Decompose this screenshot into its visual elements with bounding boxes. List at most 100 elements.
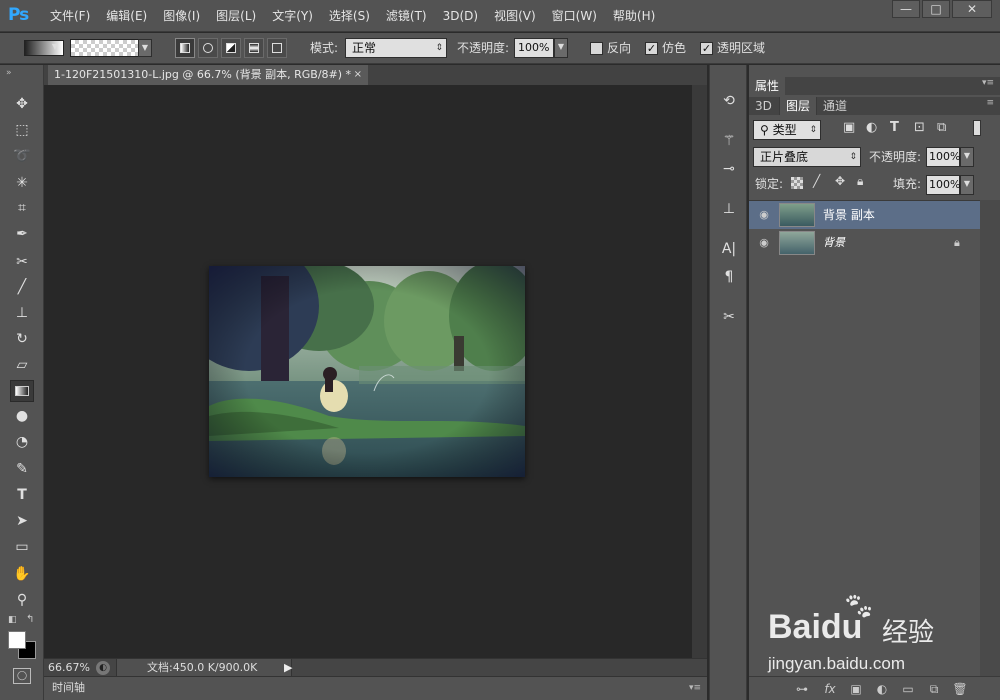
eyedropper-tool-icon[interactable]: ✒: [10, 223, 34, 245]
foreground-color-swatch[interactable]: [8, 631, 26, 649]
history-brush-tool-icon[interactable]: ↻: [10, 328, 34, 350]
rectangle-tool-icon[interactable]: ▭: [10, 536, 34, 558]
play-arrow-icon[interactable]: ▶: [284, 659, 292, 677]
tab-3d[interactable]: 3D: [749, 97, 778, 115]
pixel-filter-icon[interactable]: ▣: [843, 120, 855, 135]
add-mask-icon[interactable]: ▣: [847, 680, 865, 698]
radial-gradient-button[interactable]: [198, 38, 218, 58]
fill-dropdown[interactable]: ▼: [960, 175, 974, 195]
tab-properties[interactable]: 属性: [749, 77, 786, 95]
menu-image[interactable]: 图像(I): [155, 0, 208, 32]
tab-channels[interactable]: 通道: [817, 97, 853, 115]
move-tool-icon[interactable]: ✥: [10, 93, 34, 115]
reflected-gradient-button[interactable]: [244, 38, 264, 58]
link-layers-icon[interactable]: ⊶: [793, 680, 811, 698]
delete-layer-icon[interactable]: 🗑︎: [951, 680, 969, 698]
layer-row[interactable]: ◉ 背景 🔒︎: [749, 229, 980, 257]
fill-input[interactable]: 100%: [926, 175, 960, 195]
transparency-checkbox[interactable]: ✓: [700, 42, 713, 55]
filter-toggle[interactable]: [973, 120, 981, 136]
close-tab-icon[interactable]: ×: [354, 65, 362, 85]
close-window-button[interactable]: ✕: [952, 0, 992, 18]
menu-3d[interactable]: 3D(D): [435, 0, 486, 32]
tab-layers[interactable]: 图层: [779, 97, 818, 115]
linear-gradient-button[interactable]: [175, 38, 195, 58]
visibility-eye-icon[interactable]: ◉: [757, 208, 771, 222]
dodge-tool-icon[interactable]: ◔: [10, 431, 34, 453]
healing-brush-tool-icon[interactable]: ✂: [10, 251, 34, 273]
zoom-tool-icon[interactable]: ⚲: [10, 589, 34, 611]
hand-tool-icon[interactable]: ✋: [10, 563, 34, 585]
menu-select[interactable]: 选择(S): [321, 0, 378, 32]
layer-opacity-dropdown[interactable]: ▼: [960, 147, 974, 167]
properties-menu-icon[interactable]: ▾≡: [982, 78, 994, 88]
blend-mode-select[interactable]: 正片叠底 ⇕: [753, 147, 861, 167]
layer-opacity-input[interactable]: 100%: [926, 147, 960, 167]
layer-style-icon[interactable]: fx: [821, 680, 839, 698]
vertical-scrollbar[interactable]: [692, 85, 707, 658]
lock-all-icon[interactable]: 🔒︎: [857, 174, 863, 189]
type-tool-icon[interactable]: T: [10, 484, 34, 506]
dither-checkbox[interactable]: ✓: [645, 42, 658, 55]
mode-select[interactable]: 正常 ⇕: [345, 38, 447, 58]
adjustment-layer-icon[interactable]: ◐: [873, 680, 891, 698]
menu-edit[interactable]: 编辑(E): [98, 0, 155, 32]
path-selection-tool-icon[interactable]: ➤: [10, 510, 34, 532]
collapse-arrows-icon[interactable]: »: [6, 68, 12, 78]
brush-tool-icon[interactable]: ╱: [10, 276, 34, 298]
chevron-down-icon[interactable]: ▼: [48, 39, 62, 57]
layers-menu-icon[interactable]: ≡: [986, 98, 994, 108]
maximize-button[interactable]: □: [922, 0, 950, 18]
visibility-eye-icon[interactable]: ◉: [757, 236, 771, 250]
default-colors-icon[interactable]: ◧: [8, 615, 17, 625]
crop-tool-icon[interactable]: ⌗: [10, 197, 34, 219]
menu-type[interactable]: 文字(Y): [264, 0, 321, 32]
clone-stamp-tool-icon[interactable]: ⊥: [10, 302, 34, 324]
timeline-label[interactable]: 时间轴: [52, 677, 85, 699]
type-filter-icon[interactable]: T: [890, 120, 899, 135]
magic-wand-tool-icon[interactable]: ✳: [10, 172, 34, 194]
lock-transparent-icon[interactable]: [791, 177, 803, 189]
layer-name[interactable]: 背景 副本: [823, 201, 875, 229]
reverse-checkbox[interactable]: [590, 42, 603, 55]
gradient-picker-dropdown[interactable]: ▼: [138, 39, 152, 57]
shape-filter-icon[interactable]: ⊡: [914, 120, 925, 135]
new-layer-icon[interactable]: ⧉: [925, 680, 943, 698]
new-group-icon[interactable]: ▭: [899, 680, 917, 698]
menu-layer[interactable]: 图层(L): [208, 0, 264, 32]
paragraph-panel-icon[interactable]: ¶: [719, 267, 739, 287]
document-image[interactable]: [209, 266, 525, 477]
diamond-gradient-button[interactable]: [267, 38, 287, 58]
adjustment-filter-icon[interactable]: ◐: [866, 120, 877, 135]
lock-position-icon[interactable]: ✥: [835, 174, 845, 188]
lasso-tool-icon[interactable]: ➰: [10, 145, 34, 167]
pen-tool-icon[interactable]: ✎: [10, 458, 34, 480]
lock-pixels-icon[interactable]: ╱: [813, 174, 820, 188]
menu-file[interactable]: 文件(F): [42, 0, 98, 32]
tool-presets-icon[interactable]: ✂: [719, 307, 739, 327]
brush-panel-icon[interactable]: ⊸: [719, 159, 739, 179]
brush-presets-icon[interactable]: ⚚: [719, 131, 739, 151]
marquee-tool-icon[interactable]: ⬚: [10, 119, 34, 141]
clone-source-icon[interactable]: ⊥: [719, 199, 739, 219]
menu-window[interactable]: 窗口(W): [544, 0, 605, 32]
menu-filter[interactable]: 滤镜(T): [378, 0, 435, 32]
layer-filter-select[interactable]: ⚲ 类型 ⇕: [753, 120, 821, 140]
menu-view[interactable]: 视图(V): [486, 0, 544, 32]
character-panel-icon[interactable]: A|: [719, 239, 739, 259]
layer-row[interactable]: ◉ 背景 副本: [749, 201, 980, 229]
share-icon[interactable]: ◐: [96, 661, 110, 675]
history-panel-icon[interactable]: ⟲: [719, 91, 739, 111]
eraser-tool-icon[interactable]: ▱: [10, 354, 34, 376]
gradient-tool-icon[interactable]: [10, 380, 34, 402]
layer-name[interactable]: 背景: [823, 229, 845, 257]
swap-colors-icon[interactable]: ↰: [26, 614, 34, 625]
zoom-level[interactable]: 66.67%: [48, 659, 90, 677]
blur-tool-icon[interactable]: ●: [10, 405, 34, 427]
panel-menu-icon[interactable]: ▾≡: [689, 677, 701, 699]
quick-mask-icon[interactable]: ◯: [13, 668, 31, 684]
minimize-button[interactable]: —: [892, 0, 920, 18]
smart-object-filter-icon[interactable]: ⧉: [937, 120, 946, 135]
menu-help[interactable]: 帮助(H): [605, 0, 663, 32]
document-tab[interactable]: 1-120F21501310-L.jpg @ 66.7% (背景 副本, RGB…: [48, 65, 368, 85]
